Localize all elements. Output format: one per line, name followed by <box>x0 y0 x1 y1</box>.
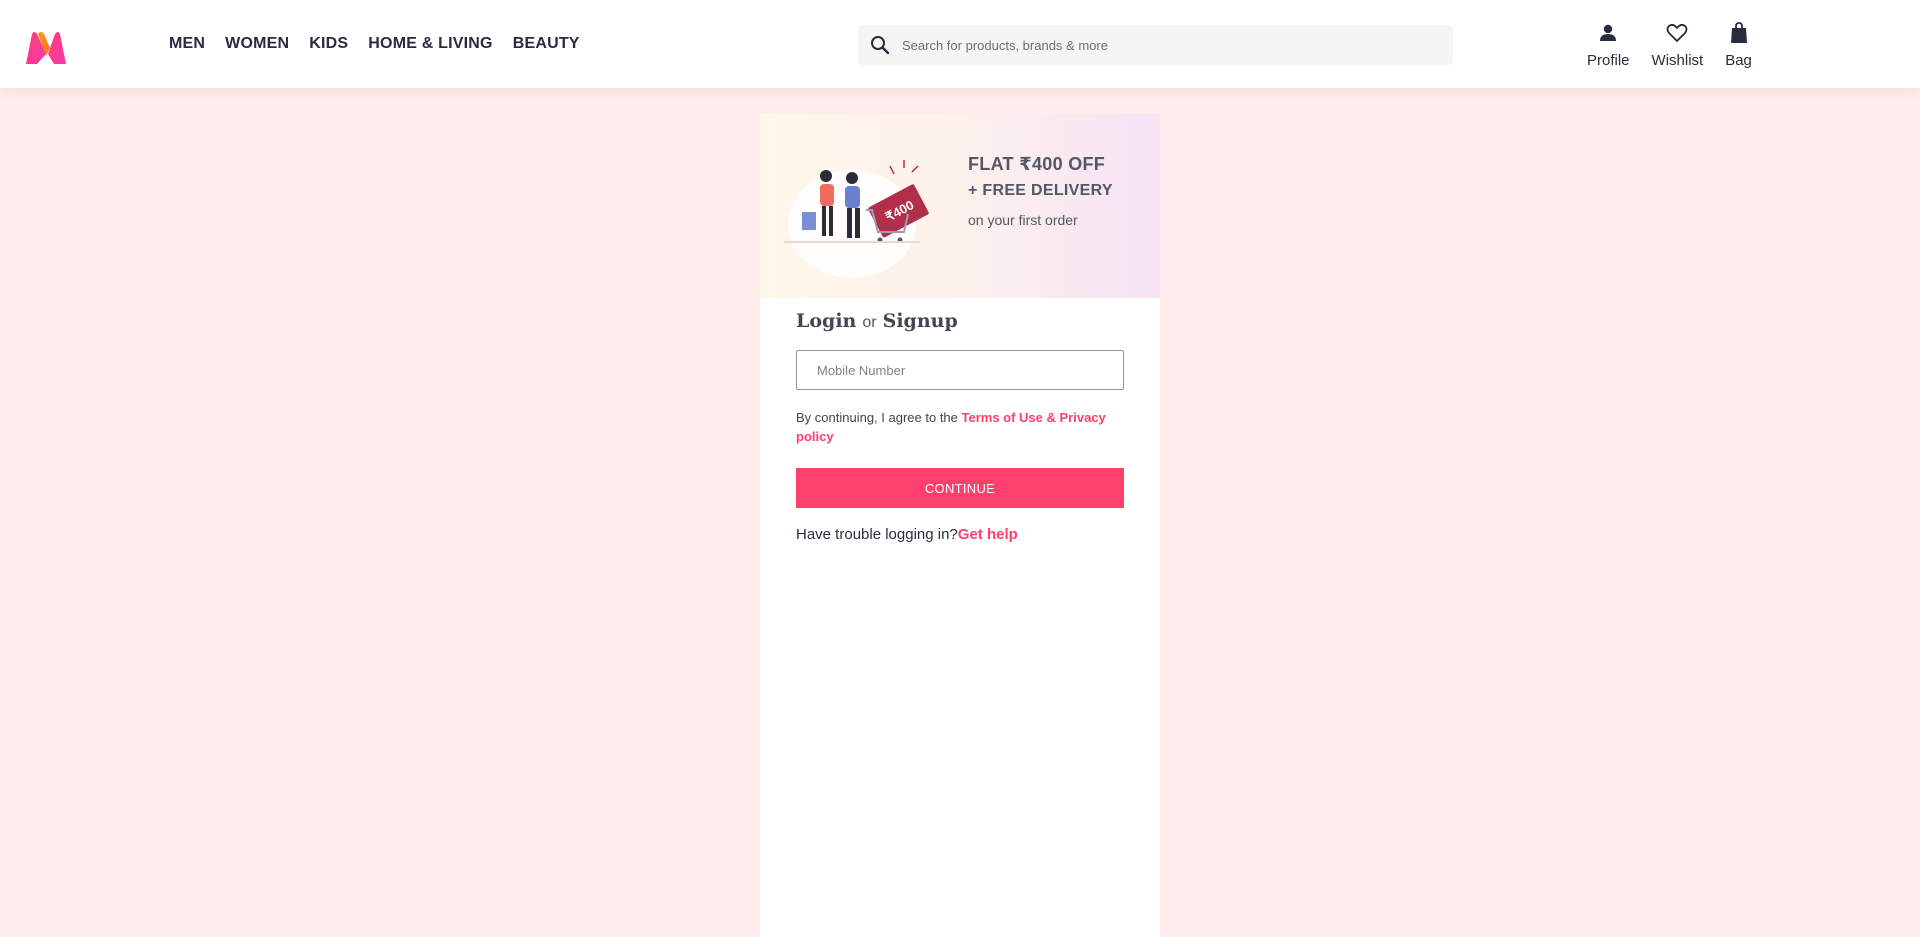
wishlist-button[interactable]: Wishlist <box>1651 22 1704 69</box>
profile-button[interactable]: Profile <box>1587 22 1630 69</box>
get-help-link[interactable]: Get help <box>958 526 1018 543</box>
wishlist-label: Wishlist <box>1651 52 1704 69</box>
trouble-text: Have trouble logging in?Get help <box>796 526 1124 543</box>
nav-kids[interactable]: KIDS <box>309 35 348 53</box>
header-actions: Profile Wishlist Bag <box>1587 22 1752 69</box>
shopping-couple-illustration: ₹400 <box>780 150 940 280</box>
nav-beauty[interactable]: BEAUTY <box>513 35 580 53</box>
bag-button[interactable]: Bag <box>1725 22 1752 69</box>
search-bar <box>858 25 1453 65</box>
terms-prefix: By continuing, I agree to the <box>796 410 962 425</box>
title-signup: Signup <box>882 310 958 332</box>
offer-line-1: FLAT ₹400 OFF <box>968 154 1106 174</box>
heart-icon <box>1666 22 1688 44</box>
myntra-logo-icon[interactable] <box>24 30 68 66</box>
top-header: MEN WOMEN KIDS HOME & LIVING BEAUTY Prof… <box>0 0 1920 88</box>
terms-text: By continuing, I agree to the Terms of U… <box>796 408 1124 446</box>
offer-line-2: + FREE DELIVERY <box>968 182 1113 199</box>
nav-women[interactable]: WOMEN <box>225 35 289 53</box>
login-form: Login or Signup By continuing, I agree t… <box>796 310 1124 543</box>
title-login: Login <box>796 310 857 332</box>
search-input[interactable] <box>902 26 1422 64</box>
bag-icon <box>1728 22 1750 44</box>
bag-label: Bag <box>1725 52 1752 69</box>
continue-button[interactable]: CONTINUE <box>796 468 1124 508</box>
main-nav: MEN WOMEN KIDS HOME & LIVING BEAUTY <box>169 0 600 88</box>
offer-banner: ₹400 FLAT ₹400 OFF + FREE DELIVERY on yo… <box>760 114 1160 298</box>
profile-icon <box>1597 22 1619 44</box>
trouble-prefix: Have trouble logging in? <box>796 526 958 543</box>
nav-home-living[interactable]: HOME & LIVING <box>368 35 492 53</box>
offer-line-3: on your first order <box>968 212 1078 228</box>
mobile-number-input[interactable] <box>796 350 1124 390</box>
search-icon[interactable] <box>870 35 890 55</box>
profile-label: Profile <box>1587 52 1630 69</box>
login-title: Login or Signup <box>796 310 1124 332</box>
nav-men[interactable]: MEN <box>169 35 205 53</box>
title-or: or <box>862 314 877 331</box>
login-card: ₹400 FLAT ₹400 OFF + FREE DELIVERY on yo… <box>760 114 1160 937</box>
